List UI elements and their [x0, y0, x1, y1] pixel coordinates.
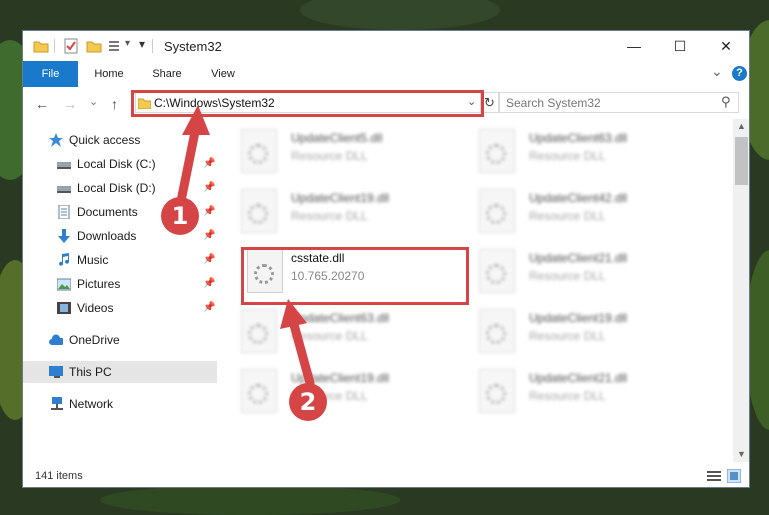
callout-step-1: 1 — [161, 197, 199, 235]
file-explorer-window: ▾ ▾ System32 — ☐ ✕ File Home Share View … — [22, 30, 750, 488]
annotation-arrows — [176, 105, 315, 388]
callout-step-2: 2 — [289, 383, 327, 421]
arrow-to-address-bar — [176, 105, 210, 206]
arrow-to-csstate-file — [280, 299, 315, 388]
